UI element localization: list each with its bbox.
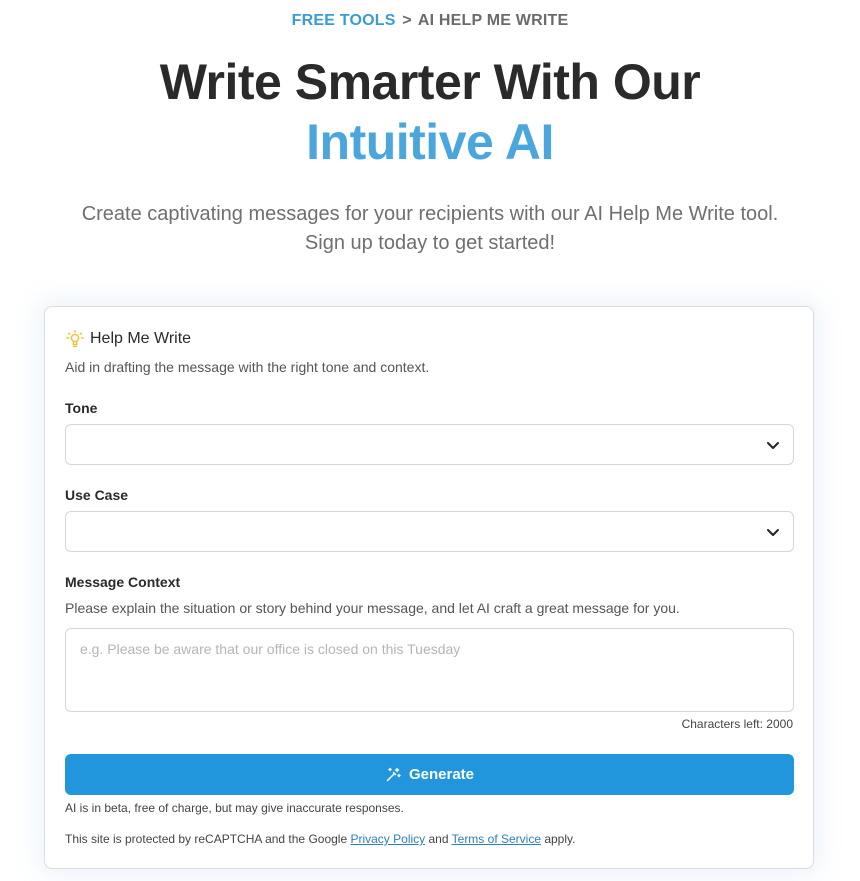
use-case-select[interactable] [65, 511, 794, 552]
lightbulb-icon [65, 329, 85, 349]
breadcrumb-current: AI HELP ME WRITE [417, 12, 569, 29]
page-title-line2: Intuitive AI [306, 114, 554, 170]
page-subtitle: Create captivating messages for your rec… [40, 200, 820, 258]
card-description: Aid in drafting the message with the rig… [65, 359, 430, 375]
card-title: Help Me Write [90, 330, 192, 347]
help-me-write-card: Help Me Write Aid in drafting the messag… [44, 306, 814, 869]
message-context-help: Please explain the situation or story be… [65, 600, 680, 616]
recaptcha-and: and [425, 832, 452, 846]
chevron-down-icon [767, 529, 779, 536]
chevron-down-icon [767, 442, 779, 449]
generate-button-label: Generate [408, 766, 475, 783]
message-context-textarea[interactable] [65, 628, 794, 712]
privacy-policy-link[interactable]: Privacy Policy [350, 832, 425, 846]
page-title: Write Smarter With Our Intuitive AI [0, 52, 860, 172]
tone-label: Tone [65, 400, 98, 416]
subtitle-line2: Sign up today to get started! [304, 232, 556, 254]
page-title-line1: Write Smarter With Our [159, 54, 701, 110]
beta-note: AI is in beta, free of charge, but may g… [65, 801, 404, 815]
recaptcha-prefix: This site is protected by reCAPTCHA and … [65, 832, 351, 846]
characters-left: Characters left: 2000 [681, 717, 793, 731]
recaptcha-suffix: apply. [541, 832, 576, 846]
recaptcha-notice: This site is protected by reCAPTCHA and … [65, 832, 575, 846]
use-case-label: Use Case [65, 487, 129, 503]
breadcrumb-separator: > [402, 12, 412, 29]
breadcrumb-free-tools-link[interactable]: FREE TOOLS [292, 12, 396, 29]
message-context-label: Message Context [65, 574, 181, 590]
terms-of-service-link[interactable]: Terms of Service [452, 832, 541, 846]
magic-wand-icon [386, 767, 401, 781]
card-header: Help Me Write [65, 329, 191, 349]
breadcrumb: FREE TOOLS > AI HELP ME WRITE [0, 12, 860, 30]
subtitle-line1: Create captivating messages for your rec… [81, 203, 779, 225]
generate-button[interactable]: Generate [65, 754, 794, 795]
tone-select[interactable] [65, 424, 794, 465]
